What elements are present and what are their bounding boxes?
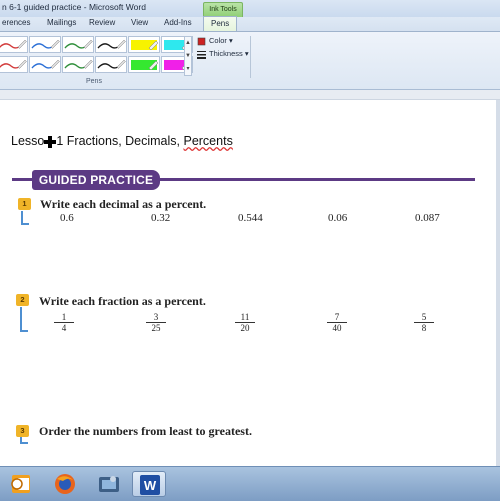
tab-pens[interactable]: Pens	[203, 16, 238, 31]
q1-value-4: 0.06	[328, 212, 348, 224]
pen-gallery-scroll[interactable]: ▲ ▼ ▾	[184, 36, 192, 76]
pen-stroke-icon	[97, 39, 126, 49]
lesson-title-part-c: Percents	[183, 134, 233, 148]
ribbon-pens-panel: ▲ ▼ ▾ Color ▾ Thickness ▾ Pens	[0, 32, 500, 90]
highlighter-icon	[131, 40, 159, 51]
pen-swatch[interactable]	[62, 36, 94, 53]
question-1-bracket	[21, 211, 29, 225]
tab-add-ins[interactable]: Add-Ins	[164, 18, 192, 27]
pens-group-label: Pens	[86, 78, 102, 85]
taskbar-media[interactable]	[92, 471, 126, 497]
gallery-more-icon[interactable]: ▾	[185, 63, 191, 76]
media-icon	[99, 476, 119, 492]
guided-practice-banner: GUIDED PRACTICE	[32, 170, 160, 190]
highlighter-icon	[131, 60, 159, 71]
q2-frac-5-num: 5	[414, 312, 434, 323]
title-bar: n 6-1 guided practice - Microsoft Word I…	[0, 0, 500, 18]
q2-frac-3-num: 11	[235, 312, 255, 323]
pen-stroke-icon	[64, 39, 93, 49]
scroll-down-icon[interactable]: ▼	[185, 50, 191, 63]
window-title: n 6-1 guided practice - Microsoft Word	[2, 2, 146, 12]
pen-swatch[interactable]	[0, 36, 28, 53]
q2-frac-3-den: 20	[240, 323, 250, 333]
q2-frac-2-den: 25	[151, 323, 161, 333]
tab-view[interactable]: View	[131, 18, 148, 27]
pen-swatch[interactable]	[0, 56, 28, 73]
question-2-badge: 2	[16, 294, 29, 306]
q2-frac-5-den: 8	[421, 323, 427, 333]
q2-frac-2-num: 3	[146, 312, 166, 323]
pen-swatch[interactable]	[29, 36, 61, 53]
word-icon: W	[140, 475, 160, 495]
tab-mailings[interactable]: Mailings	[47, 18, 76, 27]
ribbon-separator	[250, 36, 251, 78]
lesson-title-part-b: 1 Fractions, Decimals,	[56, 134, 184, 148]
q2-frac-4-num: 7	[327, 312, 347, 323]
taskbar-outlook[interactable]	[4, 471, 38, 497]
q1-value-2: 0.32	[151, 212, 171, 224]
q1-value-1: 0.6	[60, 212, 74, 224]
q1-value-3: 0.544	[238, 212, 263, 224]
q2-frac-4-den: 40	[332, 323, 342, 333]
vertical-scrollbar[interactable]	[496, 100, 500, 466]
highlighter-swatch[interactable]	[128, 56, 160, 73]
question-1-badge: 1	[18, 198, 31, 210]
pen-color-icon	[197, 37, 206, 45]
q2-fraction-3: 11 20	[235, 312, 255, 333]
pen-stroke-icon	[97, 59, 126, 69]
q2-fraction-2: 3 25	[146, 312, 166, 333]
q2-fraction-4: 7 40	[327, 312, 347, 333]
tab-references[interactable]: erences	[2, 18, 30, 27]
ink-tools-context-label: Ink Tools	[203, 2, 243, 17]
thickness-button[interactable]: Thickness ▾	[197, 49, 249, 59]
pen-swatch[interactable]	[95, 56, 127, 73]
question-2-text: Write each fraction as a percent.	[39, 294, 206, 308]
svg-text:W: W	[144, 478, 157, 493]
scroll-up-icon[interactable]: ▲	[185, 37, 191, 50]
pen-swatch[interactable]	[29, 56, 61, 73]
q2-fraction-5: 58	[414, 312, 434, 333]
color-label: Color	[209, 36, 227, 45]
q2-fraction-1: 14	[54, 312, 74, 333]
q1-value-5: 0.087	[415, 212, 440, 224]
thickness-label: Thickness	[209, 49, 243, 58]
taskbar: W	[0, 466, 500, 501]
lesson-title-part-a: Lesso	[11, 134, 45, 148]
pen-swatch[interactable]	[95, 36, 127, 53]
cross-cursor-icon	[44, 135, 57, 148]
pen-stroke-icon	[31, 59, 60, 69]
question-3-text: Order the numbers from least to greatest…	[39, 424, 252, 438]
question-1-text: Write each decimal as a percent.	[40, 197, 207, 211]
pen-stroke-icon	[31, 39, 60, 49]
tab-review[interactable]: Review	[89, 18, 115, 27]
question-3-badge: 3	[16, 425, 29, 437]
pen-stroke-icon	[0, 39, 27, 49]
q2-frac-1-den: 4	[61, 323, 67, 333]
color-button[interactable]: Color ▾	[197, 36, 233, 46]
outlook-icon	[11, 475, 30, 493]
lesson-title[interactable]: Lesso 1 Fractions, Decimals, Percents	[11, 134, 233, 148]
question-3-bracket	[20, 437, 28, 444]
highlighter-swatch[interactable]	[128, 36, 160, 53]
pen-stroke-icon	[64, 59, 93, 69]
pen-stroke-icon	[0, 59, 27, 69]
ruler-gap	[0, 90, 500, 100]
taskbar-firefox[interactable]	[48, 471, 82, 497]
taskbar-word[interactable]: W	[132, 471, 166, 497]
question-2-bracket	[20, 307, 28, 332]
q2-frac-1-num: 1	[54, 312, 74, 323]
pen-swatch[interactable]	[62, 56, 94, 73]
ribbon-tab-row: erences Mailings Review View Add-Ins Pen…	[0, 16, 500, 32]
firefox-icon	[55, 474, 75, 494]
thickness-icon	[197, 50, 206, 59]
